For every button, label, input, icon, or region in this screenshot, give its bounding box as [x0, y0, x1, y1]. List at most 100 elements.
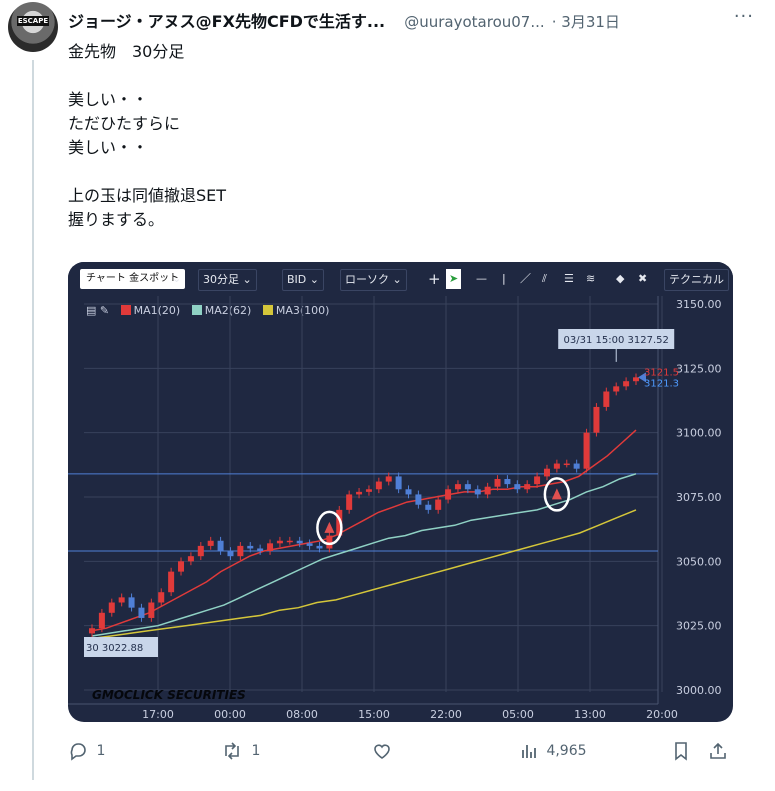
- share-button[interactable]: [708, 738, 728, 764]
- candle-body: [484, 486, 491, 495]
- candle-body: [316, 545, 323, 549]
- candle-body: [207, 540, 214, 546]
- candle-body: [524, 484, 531, 490]
- candle-body: [138, 607, 145, 618]
- candle-body: [326, 535, 333, 549]
- chart-type-select[interactable]: ローソク ⌄: [340, 269, 407, 291]
- timeframe-select[interactable]: 30分足 ⌄: [198, 269, 257, 291]
- post-line: [68, 64, 748, 88]
- candle-body: [296, 540, 303, 544]
- candle-body: [168, 571, 175, 593]
- more-options-icon[interactable]: ···: [734, 6, 754, 27]
- candle-body: [474, 489, 481, 495]
- low-label: 30 3022.88: [86, 643, 143, 654]
- post-date[interactable]: · 3月31日: [552, 13, 620, 31]
- candlestick-chart: 3150.00 3125.00 3100.00 3075.00 3050.00 3025.…: [68, 296, 722, 721]
- high-label: 03/31 15:00 3127.52: [564, 335, 669, 346]
- horizontal-line-icon[interactable]: —: [476, 269, 487, 289]
- chevron-down-icon[interactable]: ⌄: [172, 269, 181, 289]
- candle-body: [306, 543, 313, 546]
- x-tick-label: 13:00: [574, 708, 606, 721]
- candle-body: [395, 476, 402, 490]
- x-tick-label: 15:00: [358, 708, 390, 721]
- ma3-line: [91, 509, 637, 640]
- author-handle[interactable]: @uurayotarou07...: [404, 13, 544, 31]
- ma3-swatch: [262, 305, 273, 315]
- candle-body: [187, 556, 194, 562]
- repost-icon: [225, 742, 239, 760]
- last-price-blue: 3121.3: [644, 378, 679, 389]
- candle-body: [237, 545, 244, 557]
- candle-body: [197, 545, 204, 557]
- candle-body: [593, 406, 600, 433]
- vertical-line-icon[interactable]: |: [502, 269, 506, 289]
- clear-all-icon[interactable]: ✖: [638, 269, 647, 289]
- bookmark-button[interactable]: [672, 738, 690, 764]
- candle-body: [108, 602, 115, 613]
- candle-body: [514, 484, 521, 490]
- x-tick-label: 17:00: [142, 708, 174, 721]
- fibonacci-retracement-icon[interactable]: ☰: [564, 269, 574, 289]
- candle-body: [543, 468, 550, 477]
- chart-type-label: ローソク: [345, 273, 389, 286]
- post-text: 金先物 30分足 美しい・・ ただひたすらに 美しい・・ 上の玉は同値撤退SET…: [68, 40, 748, 232]
- candle-body: [623, 381, 630, 387]
- y-tick-label: 3150.00: [676, 298, 722, 311]
- candle-body: [464, 484, 471, 490]
- post-line: 握りまする。: [68, 210, 165, 229]
- technical-button[interactable]: テクニカル: [664, 269, 729, 291]
- ma1-label: MA1(20): [133, 304, 181, 317]
- candle-body: [494, 478, 501, 487]
- candle-body: [217, 540, 224, 552]
- candle-body: [405, 489, 412, 495]
- candle-body: [158, 592, 165, 603]
- y-tick-label: 3025.00: [676, 620, 722, 633]
- fibonacci-fan-icon[interactable]: ≋: [586, 269, 595, 289]
- eraser-icon[interactable]: ◆: [616, 269, 624, 289]
- post-line: 美しい・・: [68, 138, 149, 157]
- post-line: 上の玉は同値撤退SET: [68, 186, 227, 205]
- candle-body: [435, 499, 442, 510]
- trend-line-icon[interactable]: ／: [520, 269, 531, 289]
- y-tick-label: 3050.00: [676, 555, 722, 568]
- chart-image[interactable]: チャート 金スポット ⌄ 30分足 ⌄ BID ⌄ ローソク ⌄ + ➤ — |…: [68, 262, 733, 722]
- candle-body: [89, 628, 95, 634]
- like-button[interactable]: [372, 738, 392, 764]
- avatar-censor-bar: ESCAPE: [17, 16, 49, 26]
- drawing-tools-icon[interactable]: ▤ ✎: [86, 304, 109, 317]
- candle-body: [227, 551, 234, 557]
- candle-body: [415, 494, 422, 505]
- reply-count: 1: [96, 743, 106, 759]
- author-name[interactable]: ジョージ・アヌス@FX先物CFDで生活す...: [68, 12, 385, 31]
- thread-line: [32, 60, 34, 780]
- crosshair-icon[interactable]: +: [428, 269, 441, 289]
- symbol-select[interactable]: チャート 金スポット: [80, 269, 186, 289]
- repost-count: 1: [251, 743, 261, 759]
- author-avatar[interactable]: ESCAPE: [8, 2, 58, 52]
- post-header: ジョージ・アヌス@FX先物CFDで生活す... @uurayotarou07..…: [68, 6, 768, 31]
- ma2-line: [91, 473, 637, 637]
- heart-icon: [374, 744, 390, 759]
- post-line: ただひたすらに: [68, 114, 181, 133]
- candle-body: [445, 489, 452, 500]
- candle-body: [98, 612, 105, 629]
- candle-body: [385, 476, 392, 482]
- cursor-icon[interactable]: ➤: [446, 269, 462, 289]
- price-type-select[interactable]: BID ⌄: [282, 269, 324, 291]
- candle-body: [365, 489, 372, 492]
- candle-body: [148, 602, 155, 618]
- channel-icon[interactable]: ⫽: [542, 269, 547, 289]
- last-price-arrow: [638, 372, 646, 383]
- candle-body: [425, 504, 432, 510]
- entry-circle: [316, 510, 343, 546]
- ma1-line: [91, 429, 637, 632]
- reply-button[interactable]: 1: [68, 738, 105, 764]
- candle-body: [553, 463, 560, 469]
- bookmark-icon: [675, 742, 687, 761]
- candle-body: [563, 463, 570, 466]
- views-button[interactable]: 4,965: [520, 738, 587, 764]
- y-tick-label: 3075.00: [676, 491, 722, 504]
- repost-button[interactable]: 1: [221, 738, 260, 764]
- price-type-label: BID: [287, 273, 307, 286]
- last-price-red: 3121.5: [644, 367, 679, 378]
